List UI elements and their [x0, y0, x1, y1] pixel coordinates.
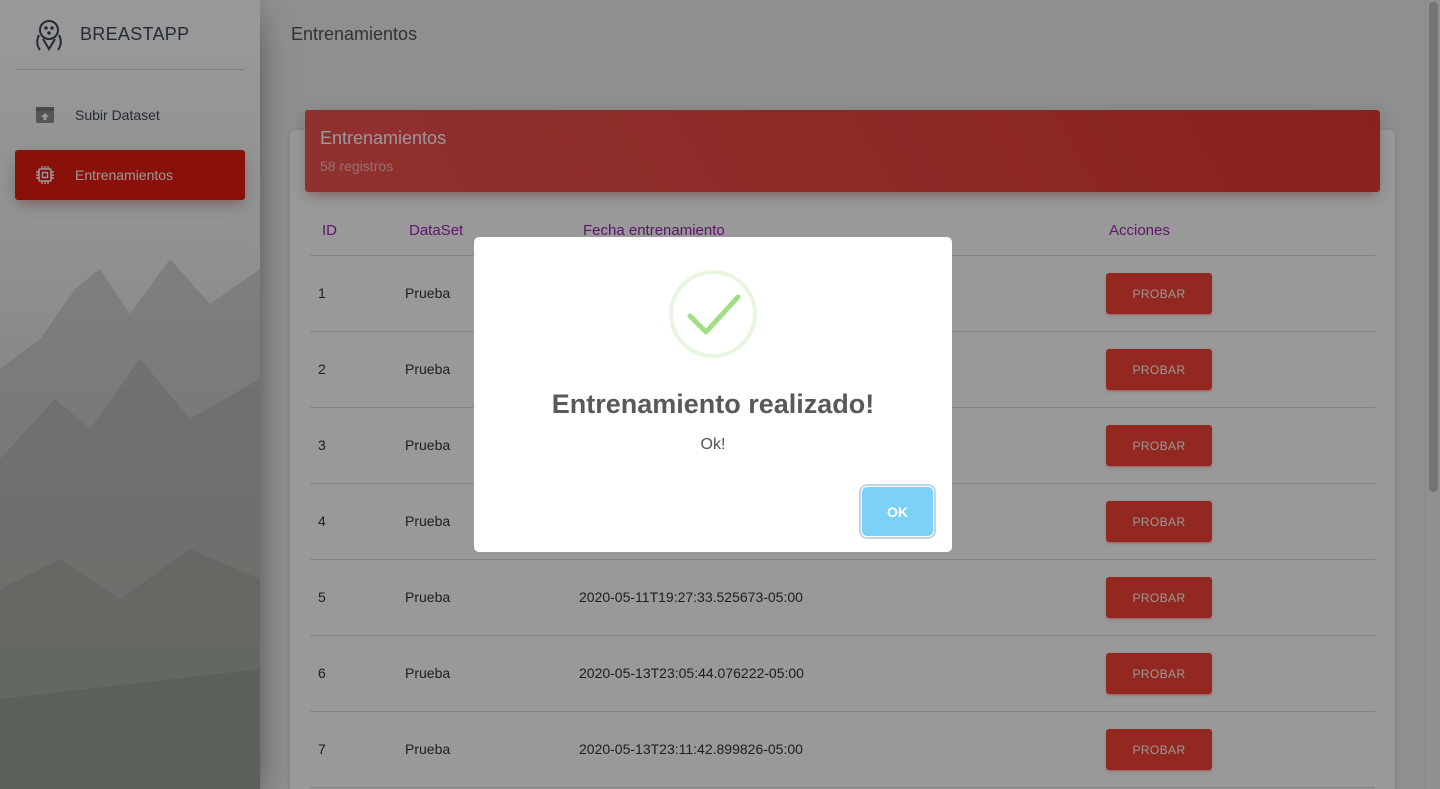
dialog-text: Ok! — [700, 436, 726, 453]
success-dialog: Entrenamiento realizado! Ok! OK — [474, 237, 952, 552]
ok-button[interactable]: OK — [862, 487, 933, 536]
dialog-title: Entrenamiento realizado! — [551, 389, 875, 419]
success-check-icon — [669, 270, 757, 358]
